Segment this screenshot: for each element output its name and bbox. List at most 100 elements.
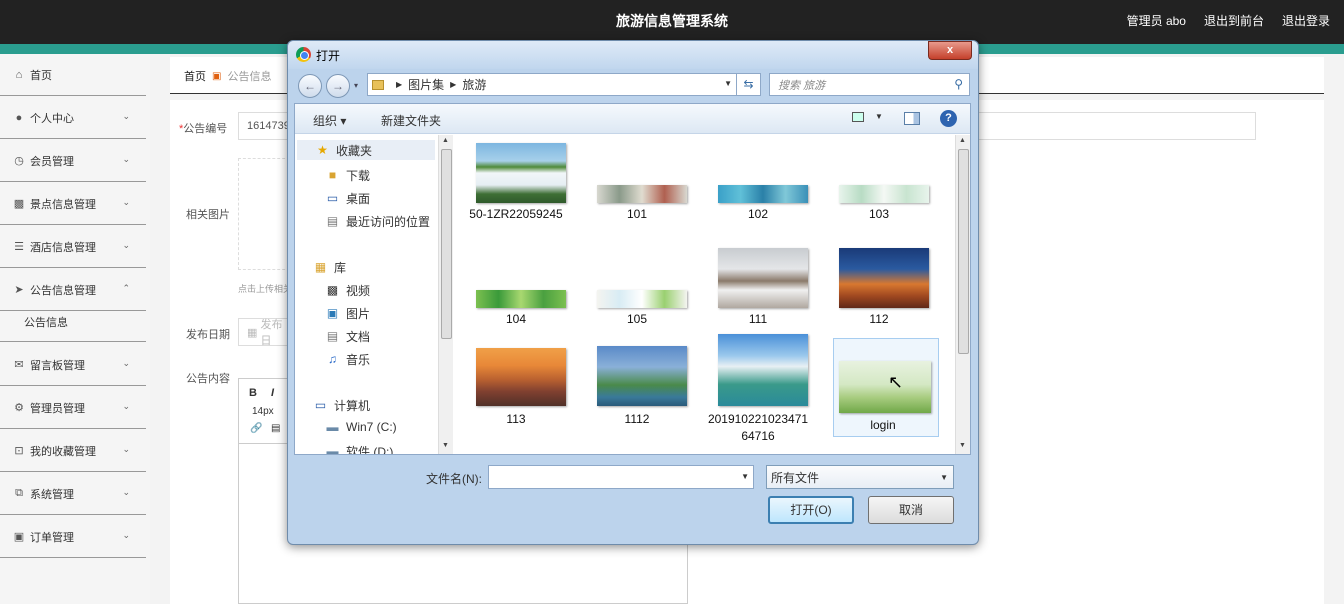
nav-libraries[interactable]: ▦ 库 [313, 259, 346, 276]
image-upload[interactable] [238, 158, 290, 270]
nav-scrollbar[interactable]: ▲ ▼ [438, 135, 453, 454]
forward-button[interactable]: → [326, 74, 350, 98]
sidebar-item-messages[interactable]: ✉ 留言板管理 ⌄ [0, 344, 146, 386]
sidebar-item-label: 订单管理 [30, 531, 74, 544]
organize-button[interactable]: 组织 ▾ [313, 112, 346, 129]
bold-button[interactable]: B [249, 387, 257, 399]
file-name: 102 [747, 207, 769, 221]
mail-icon: ✉ [14, 359, 24, 371]
file-item[interactable]: 20191022102347164716 [705, 334, 811, 443]
sidebar-item-label: 管理员管理 [30, 402, 85, 415]
chevron-down-icon: ⌄ [122, 444, 130, 454]
pictures-icon: ▣ [326, 306, 339, 320]
sidebar-item-home[interactable]: ⌂ 首页 [0, 54, 146, 96]
file-list-scrollbar[interactable]: ▲ ▼ [955, 135, 970, 454]
file-item[interactable]: 113 [463, 342, 569, 442]
refresh-button[interactable]: ⇆ [737, 73, 761, 96]
filetype-value: 所有文件 [771, 470, 820, 485]
link-icon[interactable]: 🔗 [250, 423, 262, 434]
chevron-down-icon[interactable]: ▼ [724, 79, 732, 88]
image-icon[interactable]: ▤ [271, 423, 280, 434]
view-icon[interactable] [852, 112, 864, 122]
filename-input[interactable]: ▼ [488, 465, 754, 489]
file-name: 101 [626, 207, 648, 221]
nav-drive-c[interactable]: ▬ Win7 (C:) [325, 420, 397, 434]
desktop-icon: ▭ [326, 191, 339, 205]
open-button[interactable]: 打开(O) [768, 496, 854, 524]
snow-town-thumbnail [718, 248, 808, 308]
file-item[interactable]: 105 [584, 242, 690, 342]
sidebar-item-favorites[interactable]: ⊡ 我的收藏管理 ⌄ [0, 430, 146, 472]
sidebar: ⌂ 首页 ● 个人中心 ⌄ ◷ 会员管理 ⌄ ▩ 景点信息管理 ⌄ ☰ 酒店信息… [0, 54, 150, 604]
recent-locations-dropdown[interactable]: ▾ [354, 81, 358, 90]
file-item[interactable]: 50-1ZR22059245 [463, 137, 569, 237]
nav-recent-places[interactable]: ▤ 最近访问的位置 [325, 213, 430, 230]
font-size-select[interactable]: 14px [252, 406, 274, 417]
chevron-right-icon: ▶ [396, 80, 403, 89]
image-label: 相关图片 [186, 209, 230, 221]
path-segment-travel[interactable]: 旅游 [462, 76, 486, 93]
path-segment-pictures[interactable]: 图片集 [408, 76, 444, 93]
help-icon[interactable]: ? [940, 110, 957, 127]
file-item[interactable]: 1112 [584, 342, 690, 442]
sidebar-subitem-announcement-info[interactable]: 公告信息 [0, 302, 146, 342]
admin-user-label: 管理员 abo [1126, 14, 1186, 28]
filetype-select[interactable]: 所有文件 ▼ [766, 465, 954, 489]
file-item[interactable]: 104 [463, 242, 569, 342]
file-item[interactable]: 111 [705, 242, 811, 342]
sidebar-item-label: 首页 [30, 69, 52, 82]
sidebar-item-label: 我的收藏管理 [30, 445, 96, 458]
file-name: 112 [869, 312, 889, 326]
dialog-body: 组织 ▾ 新建文件夹 ▼ ? ★ 收藏夹 ■ 下载 ▭ 桌面 ▤ 最近访问的位置 ▦ 库 [294, 103, 971, 455]
file-item[interactable]: 102 [705, 137, 811, 237]
nav-documents[interactable]: ▤ 文档 [325, 328, 370, 345]
nav-desktop[interactable]: ▭ 桌面 [325, 190, 370, 207]
view-dropdown[interactable]: ▼ [875, 112, 883, 121]
scroll-up-icon[interactable]: ▲ [442, 137, 449, 144]
file-item[interactable]: 101 [584, 137, 690, 237]
banner-thumbnail [597, 185, 687, 203]
file-item[interactable]: 103 [826, 137, 932, 237]
sidebar-item-members[interactable]: ◷ 会员管理 ⌄ [0, 140, 146, 182]
file-item[interactable]: 112 [826, 242, 932, 342]
italic-button[interactable]: I [271, 387, 274, 399]
scroll-down-icon[interactable]: ▼ [959, 442, 966, 449]
banner-thumbnail [839, 185, 929, 203]
date-input[interactable]: ▦ 发布日 [238, 318, 293, 347]
cancel-button[interactable]: 取消 [868, 496, 954, 524]
file-item-selected[interactable]: login [833, 338, 939, 437]
banner-thumbnail [597, 290, 687, 308]
nav-music[interactable]: ♫ 音乐 [325, 351, 370, 368]
star-icon: ★ [317, 142, 328, 157]
address-bar[interactable]: ▶ 图片集 ▶ 旅游 ▼ [367, 73, 737, 96]
dialog-title: 打开 [316, 49, 341, 63]
breadcrumb-current: 公告信息 [227, 71, 272, 83]
sidebar-item-hotels[interactable]: ☰ 酒店信息管理 ⌄ [0, 226, 146, 268]
search-input[interactable]: 搜索 旅游 ⚲ [769, 73, 970, 96]
breadcrumb-home[interactable]: 首页 [184, 68, 206, 84]
sidebar-item-admins[interactable]: ⚙ 管理员管理 ⌄ [0, 387, 146, 429]
sidebar-item-orders[interactable]: ▣ 订单管理 ⌄ [0, 516, 146, 558]
back-button[interactable]: ← [298, 74, 322, 98]
file-scroll-thumb[interactable] [958, 149, 969, 354]
new-folder-button[interactable]: 新建文件夹 [381, 112, 441, 129]
exit-to-front-link[interactable]: 退出到前台 [1204, 12, 1264, 29]
nav-drive-d[interactable]: ▬ 软件 (D:) [325, 443, 394, 455]
nav-pictures[interactable]: ▣ 图片 [325, 305, 370, 322]
nav-downloads[interactable]: ■ 下载 [325, 167, 370, 184]
sidebar-item-profile[interactable]: ● 个人中心 ⌄ [0, 97, 146, 139]
nav-scroll-thumb[interactable] [441, 149, 452, 339]
nav-videos[interactable]: ▩ 视频 [325, 282, 370, 299]
preview-pane-icon[interactable] [904, 112, 920, 125]
nav-favorites[interactable]: ★ 收藏夹 [297, 140, 435, 160]
scroll-up-icon[interactable]: ▲ [959, 137, 966, 144]
close-button[interactable]: x [928, 41, 972, 60]
sidebar-item-system[interactable]: ⧉ 系统管理 ⌄ [0, 473, 146, 515]
sidebar-item-attractions[interactable]: ▩ 景点信息管理 ⌄ [0, 183, 146, 225]
chevron-down-icon[interactable]: ▼ [741, 472, 749, 481]
clock-icon: ◷ [14, 155, 24, 167]
logout-link[interactable]: 退出登录 [1282, 12, 1330, 29]
nav-computer[interactable]: ▭ 计算机 [313, 397, 370, 414]
waterfall-thumbnail [476, 143, 566, 203]
scroll-down-icon[interactable]: ▼ [442, 442, 449, 449]
